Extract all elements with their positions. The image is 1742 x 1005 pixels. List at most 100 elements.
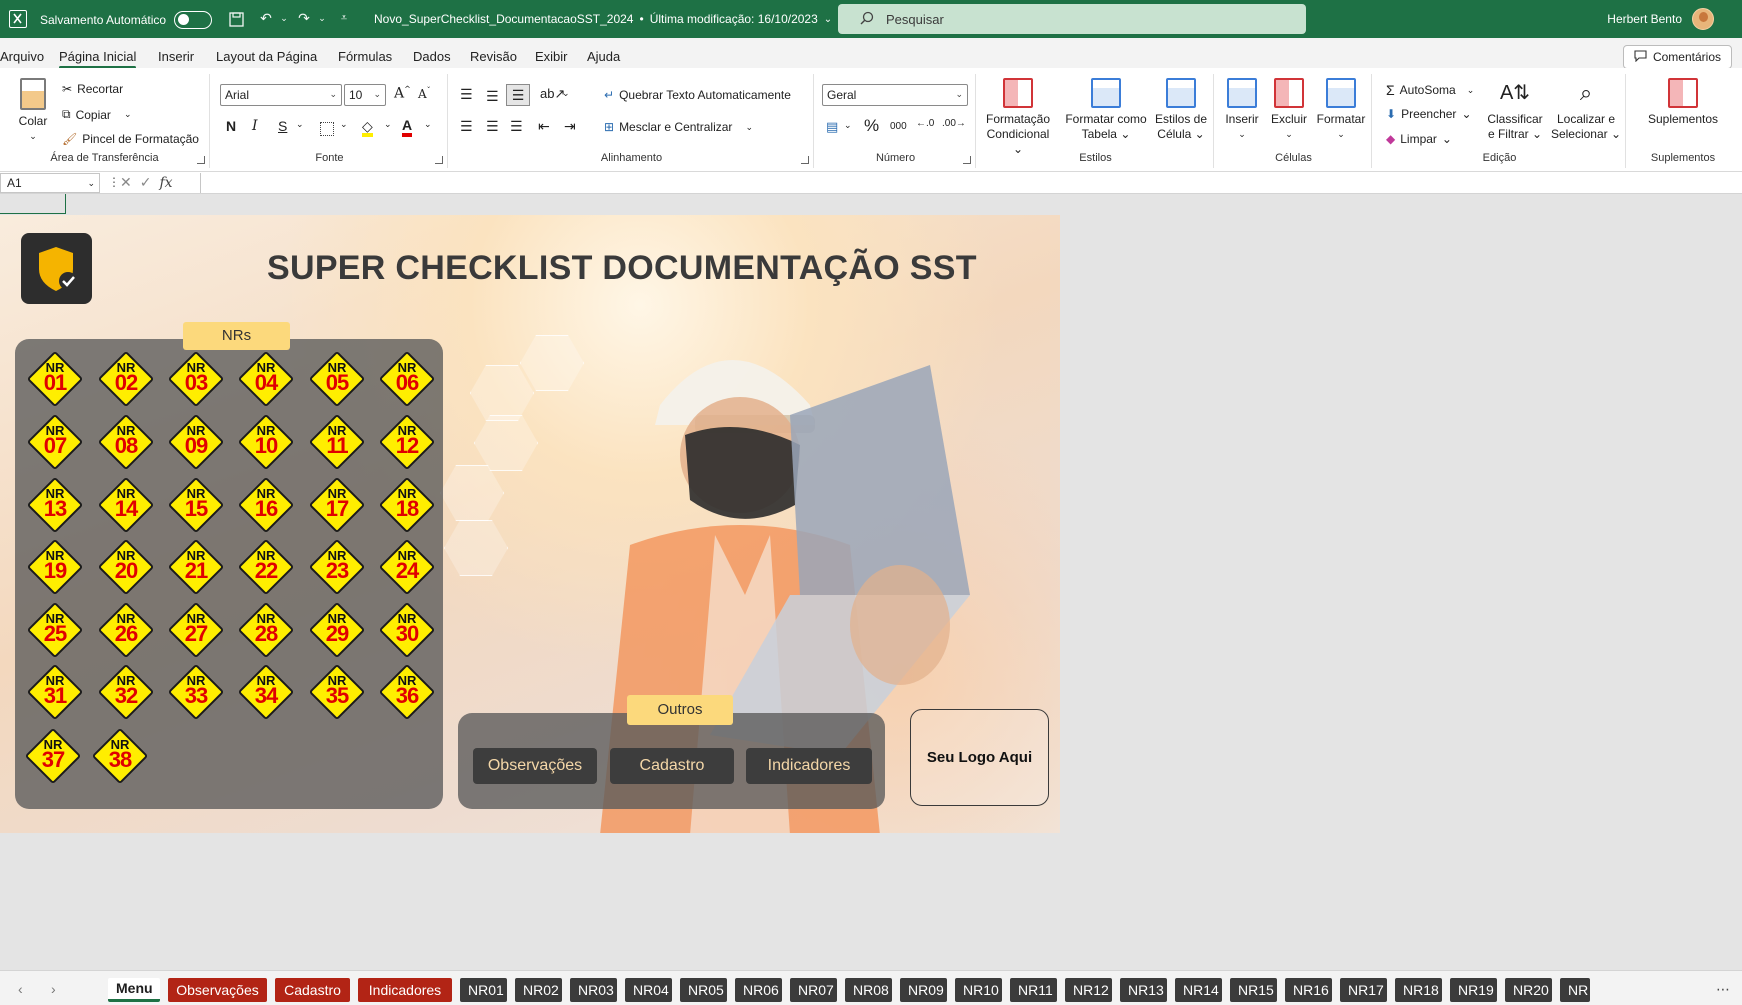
tab-indicadores[interactable]: Indicadores [358,978,452,1002]
nr-38-button[interactable]: NR 38 [91,727,149,785]
tab-nr19[interactable]: NR19 [1450,978,1497,1002]
tab-nr01[interactable]: NR01 [460,978,507,1002]
dialog-launcher-icon[interactable] [801,156,809,164]
autosum-button[interactable]: Σ AutoSoma ⌄ [1386,82,1474,98]
nr-11-button[interactable]: NR 11 [308,413,366,471]
tab-nr06[interactable]: NR06 [735,978,782,1002]
undo-icon[interactable]: ↶ [258,10,274,26]
tab-nr07[interactable]: NR07 [790,978,837,1002]
nr-06-button[interactable]: NR 06 [378,350,436,408]
document-title[interactable]: Novo_SuperChecklist_DocumentacaoSST_2024… [374,12,832,26]
tab-dados[interactable]: Dados [413,49,451,64]
insert-cells-button[interactable]: Inserir ⌄ [1220,78,1264,142]
copy-button[interactable]: ⧉ Copiar ⌄ [62,107,131,122]
tab-layout[interactable]: Layout da Página [216,49,317,64]
tab-nr[interactable]: NR [1560,978,1590,1002]
nr-19-button[interactable]: NR 19 [26,538,84,596]
nr-27-button[interactable]: NR 27 [167,601,225,659]
tab-nr16[interactable]: NR16 [1285,978,1332,1002]
dialog-launcher-icon[interactable] [435,156,443,164]
autosave-toggle[interactable] [174,11,213,29]
next-sheet-icon[interactable]: › [51,981,56,997]
redo-dropdown-icon[interactable]: ⌄ [314,10,330,26]
tab-arquivo[interactable]: Arquivo [0,49,44,64]
comments-button[interactable]: Comentários [1622,45,1732,69]
align-bottom-icon[interactable]: ☰ [506,84,530,106]
nr-08-button[interactable]: NR 08 [97,413,155,471]
nr-24-button[interactable]: NR 24 [378,538,436,596]
align-center-icon[interactable]: ☰ [486,118,499,135]
nr-04-button[interactable]: NR 04 [237,350,295,408]
nr-28-button[interactable]: NR 28 [237,601,295,659]
indicadores-button[interactable]: Indicadores [746,748,872,784]
align-right-icon[interactable]: ☰ [510,118,523,135]
align-middle-icon[interactable]: ☰ [486,88,499,105]
tab-nr18[interactable]: NR18 [1395,978,1442,1002]
chevron-down-icon[interactable]: ⌄ [296,120,304,130]
redo-icon[interactable]: ↷ [296,10,312,26]
formula-input[interactable] [200,173,1742,193]
nr-01-button[interactable]: NR 01 [26,350,84,408]
decrease-decimal-icon[interactable]: .00→ [942,118,966,129]
nr-26-button[interactable]: NR 26 [97,601,155,659]
merge-center-button[interactable]: ⊞ Mesclar e Centralizar ⌄ [604,120,753,134]
more-options-icon[interactable]: ⋮ [108,175,120,189]
tab-nr05[interactable]: NR05 [680,978,727,1002]
tab-pagina-inicial[interactable]: Página Inicial [59,49,137,69]
tab-revisao[interactable]: Revisão [470,49,517,64]
nr-22-button[interactable]: NR 22 [237,538,295,596]
borders-icon[interactable] [320,122,334,136]
fill-color-icon[interactable]: ◇ [362,119,373,137]
prev-sheet-icon[interactable]: ‹ [18,981,23,997]
nr-36-button[interactable]: NR 36 [378,663,436,721]
decrease-indent-icon[interactable]: ⇤ [538,118,550,135]
nr-09-button[interactable]: NR 09 [167,413,225,471]
nr-21-button[interactable]: NR 21 [167,538,225,596]
nr-31-button[interactable]: NR 31 [26,663,84,721]
logo-placeholder[interactable]: Seu Logo Aqui [910,709,1049,806]
font-name-select[interactable]: Arial ⌄ [220,84,342,106]
tab-nr12[interactable]: NR12 [1065,978,1112,1002]
chevron-down-icon[interactable]: ⌄ [424,120,432,130]
increase-indent-icon[interactable]: ⇥ [564,118,576,135]
tab-nr17[interactable]: NR17 [1340,978,1387,1002]
chevron-down-icon[interactable]: ⌄ [384,120,392,130]
cell-styles-button[interactable]: Estilos de Célula ⌄ [1152,78,1210,142]
tab-nr09[interactable]: NR09 [900,978,947,1002]
wrap-text-button[interactable]: ↵ Quebrar Texto Automaticamente [604,88,791,102]
align-left-icon[interactable]: ☰ [460,118,473,135]
dialog-launcher-icon[interactable] [963,156,971,164]
tab-nr14[interactable]: NR14 [1175,978,1222,1002]
chevron-down-icon[interactable]: ⌄ [340,120,348,130]
fx-icon[interactable]: ✕✓fx [120,174,173,191]
fill-button[interactable]: ⬇ Preencher ⌄ [1386,107,1472,121]
tab-observações[interactable]: Observações [168,978,267,1002]
nr-16-button[interactable]: NR 16 [237,476,295,534]
tab-menu[interactable]: Menu [108,978,160,1002]
cadastro-button[interactable]: Cadastro [610,748,734,784]
nr-14-button[interactable]: NR 14 [97,476,155,534]
tab-nr02[interactable]: NR02 [515,978,562,1002]
nr-18-button[interactable]: NR 18 [378,476,436,534]
increase-font-icon[interactable]: A^ [394,85,411,102]
number-format-select[interactable]: Geral ⌄ [822,84,968,106]
tab-exibir[interactable]: Exibir [535,49,568,64]
more-sheets-icon[interactable]: ⋯ [1716,981,1730,998]
chevron-down-icon[interactable]: ⌄ [562,88,570,99]
format-as-table-button[interactable]: Formatar como Tabela ⌄ [1064,78,1148,142]
clear-button[interactable]: ◆ Limpar ⌄ [1386,132,1452,146]
percent-button[interactable]: % [864,116,879,136]
undo-dropdown-icon[interactable]: ⌄ [276,10,292,26]
dialog-launcher-icon[interactable] [197,156,205,164]
nr-37-button[interactable]: NR 37 [24,727,82,785]
tab-nr13[interactable]: NR13 [1120,978,1167,1002]
nr-35-button[interactable]: NR 35 [308,663,366,721]
app-logo[interactable] [21,233,92,304]
tab-nr11[interactable]: NR11 [1010,978,1057,1002]
tab-nr03[interactable]: NR03 [570,978,617,1002]
nr-17-button[interactable]: NR 17 [308,476,366,534]
excel-icon[interactable] [9,10,27,28]
tab-ajuda[interactable]: Ajuda [587,49,620,64]
name-box[interactable]: A1 ⌄ [0,173,100,193]
tab-nr04[interactable]: NR04 [625,978,672,1002]
